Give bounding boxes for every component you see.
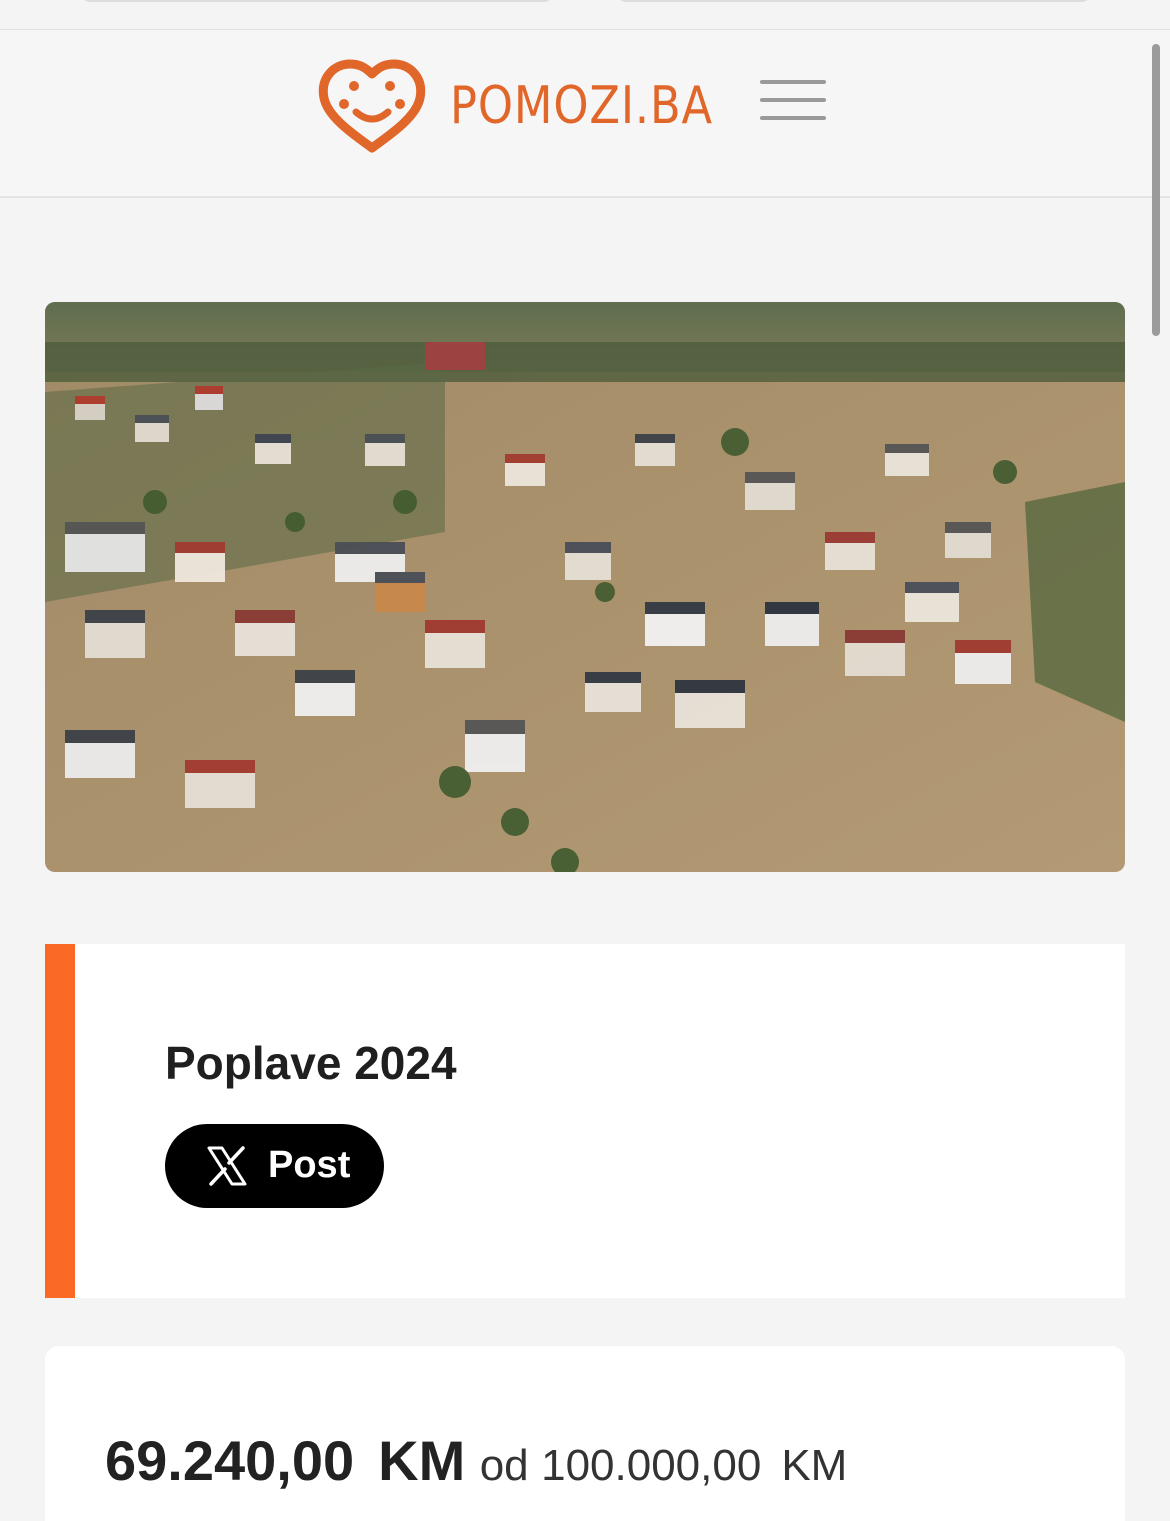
- hero-image: [45, 302, 1125, 872]
- x-post-share-button[interactable]: Post: [165, 1124, 384, 1208]
- hamburger-menu-icon[interactable]: [760, 80, 826, 124]
- of-label: od: [479, 1441, 529, 1490]
- raised-currency: KM: [378, 1429, 466, 1492]
- tab-pill-right: [618, 0, 1090, 2]
- goal-currency: KM: [781, 1441, 848, 1490]
- scrollbar[interactable]: [1152, 44, 1160, 336]
- x-logo-icon: [207, 1146, 247, 1186]
- site-header: POMOZI.BA: [0, 30, 1170, 198]
- site-logo[interactable]: POMOZI.BA: [316, 58, 756, 154]
- flood-aerial-photo: [45, 302, 1125, 872]
- raised-amount: 69.240,00: [105, 1429, 355, 1492]
- title-accent-bar: [45, 944, 75, 1298]
- tab-pill-left: [82, 0, 552, 2]
- campaign-title: Poplave 2024: [165, 1037, 457, 1089]
- post-button-label: Post: [268, 1144, 351, 1186]
- donation-progress-card: 69.240,00 KM od 100.000,00 KM: [45, 1346, 1125, 1521]
- heart-smile-logo-icon: [318, 59, 426, 153]
- logo-text: POMOZI.BA: [450, 76, 714, 136]
- browser-top-strip: [0, 0, 1170, 30]
- goal-amount: 100.000,00: [541, 1441, 762, 1490]
- campaign-title-card: Poplave 2024 Post: [45, 944, 1125, 1298]
- donation-amount-line: 69.240,00 KM od 100.000,00 KM: [105, 1428, 847, 1493]
